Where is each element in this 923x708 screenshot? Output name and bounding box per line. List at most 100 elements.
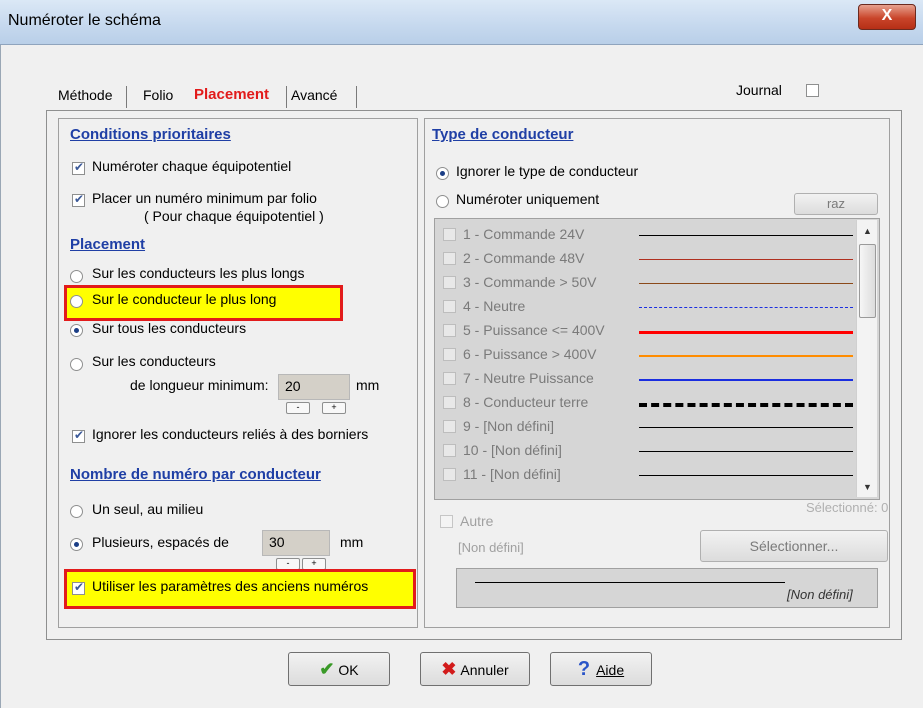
ignore-type-radio[interactable] (436, 167, 449, 180)
scroll-up-arrow-icon[interactable]: ▲ (863, 226, 872, 236)
min-length-label: de longueur minimum: (130, 377, 269, 393)
autre-checkbox[interactable] (440, 515, 453, 528)
help-label: Aide (596, 662, 625, 678)
conductor-row[interactable]: 6 - Puissance > 400V (435, 343, 857, 367)
scroll-down-arrow-icon[interactable]: ▼ (863, 482, 872, 492)
tab-avance[interactable]: Avancé (291, 80, 337, 110)
ok-label: OK (338, 662, 359, 678)
preview-line (475, 582, 785, 583)
tab-separator (126, 86, 127, 108)
conductor-line-sample (639, 475, 853, 476)
opt2-radio[interactable] (70, 295, 83, 308)
autre-non-defini-label: [Non défini] (458, 540, 524, 555)
conductor-row[interactable]: 8 - Conducteur terre (435, 391, 857, 415)
single-label: Un seul, au milieu (92, 501, 204, 517)
conductor-type-list: 1 - Commande 24V 2 - Commande 48V 3 - Comm… (434, 218, 880, 500)
selected-count: Sélectionné: 0 (806, 500, 889, 515)
opt3-radio[interactable] (70, 324, 83, 337)
conductor-row-checkbox[interactable] (443, 348, 456, 361)
use-old-checkbox[interactable] (72, 580, 85, 595)
conductor-line-sample (639, 451, 853, 452)
conductor-line-sample (639, 283, 853, 284)
preview-label: [Non défini] (787, 587, 853, 602)
cond1-checkbox[interactable] (72, 160, 85, 175)
tab-folio[interactable]: Folio (143, 80, 173, 110)
window-title: Numéroter le schéma (8, 12, 161, 29)
use-old-label: Utiliser les paramètres des anciens numé… (92, 578, 369, 594)
conductor-row-checkbox[interactable] (443, 252, 456, 265)
conductor-row-checkbox[interactable] (443, 276, 456, 289)
conductor-row[interactable]: 5 - Puissance <= 400V (435, 319, 857, 343)
opt4-radio[interactable] (70, 358, 83, 371)
cond2-label: Placer un numéro minimum par folio (92, 190, 317, 206)
conductor-row[interactable]: 4 - Neutre (435, 295, 857, 319)
conductor-row-label: 11 - [Non défini] (463, 466, 561, 482)
ignore-borniers-checkbox[interactable] (72, 428, 85, 443)
conductor-line-sample (639, 355, 853, 357)
conductor-row-checkbox[interactable] (443, 420, 456, 433)
conductor-line-sample (639, 307, 853, 308)
conductor-line-sample (639, 427, 853, 428)
conductor-row-label: 2 - Commande 48V (463, 250, 585, 266)
min-length-unit: mm (356, 377, 380, 393)
scroll-thumb[interactable] (859, 244, 876, 318)
conductor-row-checkbox[interactable] (443, 228, 456, 241)
tab-placement[interactable]: Placement (194, 80, 269, 110)
conductor-line-sample (639, 403, 853, 407)
multiple-radio[interactable] (70, 538, 83, 551)
opt4-label: Sur les conducteurs (92, 353, 216, 369)
conductor-row[interactable]: 1 - Commande 24V (435, 223, 857, 247)
journal-label: Journal (736, 82, 782, 98)
conductor-row-checkbox[interactable] (443, 300, 456, 313)
close-button[interactable]: X (858, 4, 916, 30)
conductor-row-label: 1 - Commande 24V (463, 226, 585, 242)
placement-heading: Placement (70, 236, 146, 253)
conductor-line-sample (639, 235, 853, 236)
opt1-radio[interactable] (70, 270, 83, 283)
multiple-label: Plusieurs, espacés de (92, 534, 229, 550)
cond2-sublabel: ( Pour chaque équipotentiel ) (144, 208, 324, 224)
help-button[interactable]: ? Aide (550, 652, 652, 686)
conductor-row[interactable]: 3 - Commande > 50V (435, 271, 857, 295)
list-scrollbar[interactable]: ▲ ▼ (856, 220, 877, 497)
min-length-increment[interactable]: + (322, 402, 346, 414)
conductor-row-checkbox[interactable] (443, 444, 456, 457)
conductor-row-label: 9 - [Non défini] (463, 418, 555, 434)
spacing-input[interactable]: 30 (262, 530, 330, 556)
conductor-row[interactable]: 7 - Neutre Puissance (435, 367, 857, 391)
number-only-label: Numéroter uniquement (456, 191, 600, 207)
conductor-line-sample (639, 331, 853, 334)
tab-separator (286, 86, 287, 108)
cancel-button[interactable]: ✖ Annuler (420, 652, 530, 686)
conductor-row-checkbox[interactable] (443, 372, 456, 385)
conductor-row-label: 6 - Puissance > 400V (463, 346, 597, 362)
select-button[interactable]: Sélectionner... (700, 530, 888, 562)
conductor-line-sample (639, 259, 853, 260)
ignore-borniers-label: Ignorer les conducteurs reliés à des bor… (92, 426, 369, 442)
conductor-row-checkbox[interactable] (443, 396, 456, 409)
cond2-checkbox[interactable] (72, 192, 85, 207)
tab-methode[interactable]: Méthode (58, 80, 112, 110)
conductor-row[interactable]: 2 - Commande 48V (435, 247, 857, 271)
conductor-row-checkbox[interactable] (443, 324, 456, 337)
journal-checkbox[interactable] (806, 84, 819, 97)
conductor-row[interactable]: 10 - [Non défini] (435, 439, 857, 463)
cancel-label: Annuler (460, 662, 509, 678)
single-radio[interactable] (70, 505, 83, 518)
number-only-radio[interactable] (436, 195, 449, 208)
conductor-row-label: 8 - Conducteur terre (463, 394, 589, 410)
tab-separator (356, 86, 357, 108)
conditions-heading: Conditions prioritaires (70, 126, 231, 143)
conductor-row[interactable]: 11 - [Non défini] (435, 463, 857, 487)
conductor-row[interactable]: 9 - [Non défini] (435, 415, 857, 439)
opt3-label: Sur tous les conducteurs (92, 320, 247, 336)
min-length-decrement[interactable]: - (286, 402, 310, 414)
opt2-label: Sur le conducteur le plus long (92, 291, 277, 307)
conductor-line-sample (639, 379, 853, 381)
conductor-row-checkbox[interactable] (443, 468, 456, 481)
ok-button[interactable]: ✔ OK (288, 652, 390, 686)
preview-box: [Non défini] (456, 568, 878, 608)
title-bar: Numéroter le schéma X (0, 0, 923, 45)
min-length-input[interactable]: 20 (278, 374, 350, 400)
raz-button[interactable]: raz (794, 193, 878, 215)
